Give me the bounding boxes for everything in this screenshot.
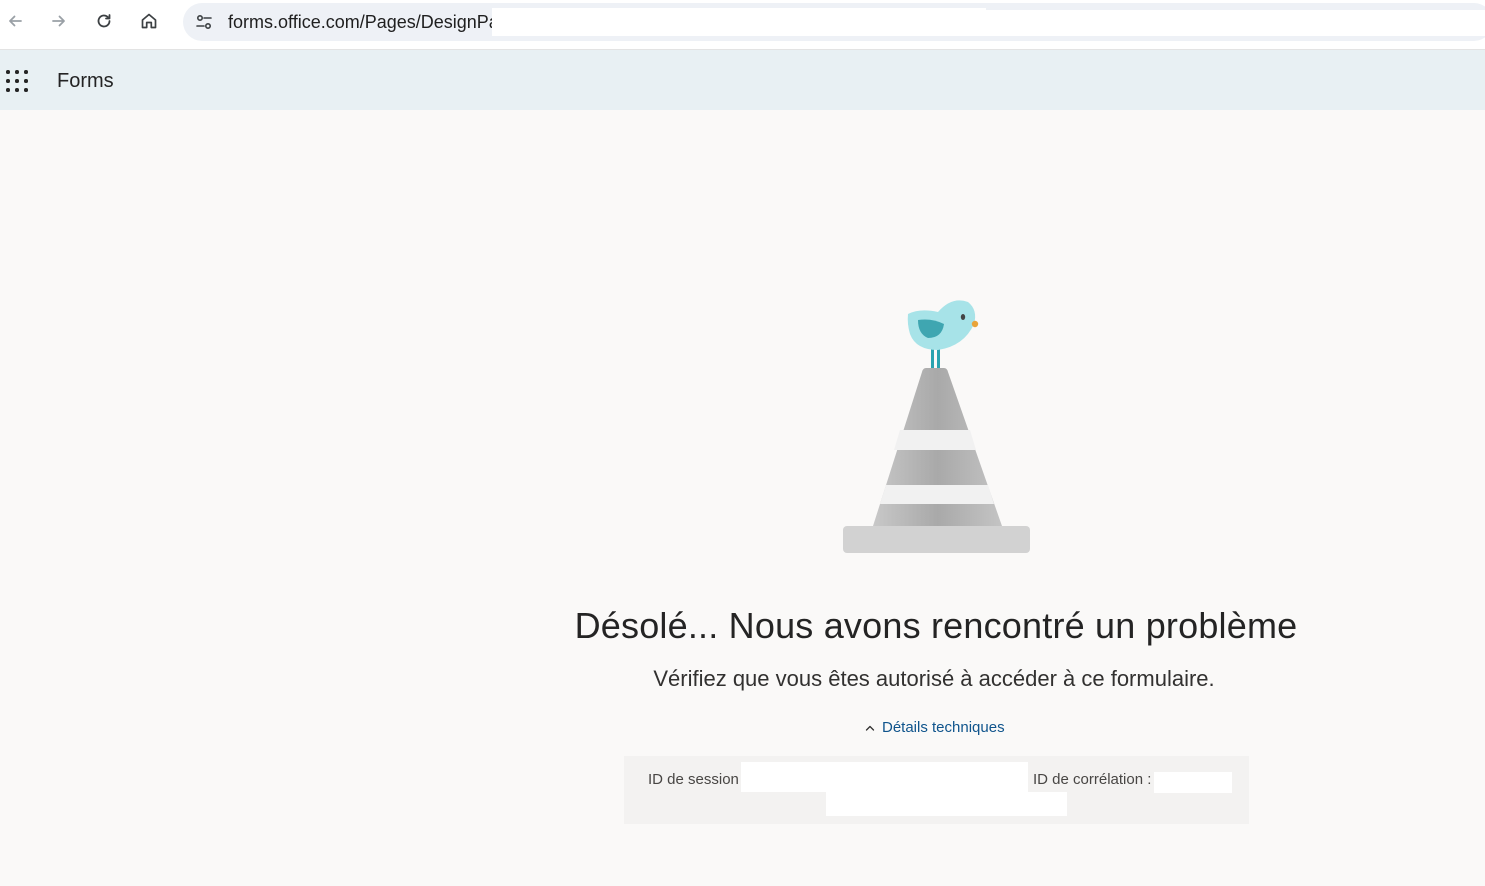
redacted-correlation-id — [1154, 772, 1232, 793]
redacted-session-id — [741, 762, 1028, 792]
forward-button[interactable] — [46, 8, 72, 34]
error-message: Vérifiez que vous êtes autorisé à accéde… — [653, 666, 1215, 691]
site-info-button[interactable] — [193, 11, 215, 33]
address-bar[interactable]: forms.office.com/Pages/DesignPag — [183, 3, 1485, 41]
redacted-region — [492, 8, 986, 36]
browser-toolbar: forms.office.com/Pages/DesignPag — [0, 0, 1485, 50]
waffle-icon[interactable] — [6, 70, 28, 92]
redacted-region — [986, 10, 1485, 36]
back-button[interactable] — [2, 8, 28, 34]
app-header: Forms — [0, 50, 1485, 110]
arrow-right-icon — [52, 15, 65, 27]
address-url[interactable]: forms.office.com/Pages/DesignPag — [228, 12, 492, 33]
bird-on-cone-illustration — [843, 300, 1030, 553]
session-id-label: ID de session : — [648, 771, 748, 788]
home-button[interactable] — [136, 8, 162, 34]
reload-icon — [97, 14, 111, 28]
arrow-left-icon — [9, 15, 22, 27]
tune-icon — [196, 14, 212, 30]
redacted-correlation-id — [826, 792, 1067, 816]
chevron-up-icon — [865, 725, 875, 731]
error-title: Désolé... Nous avons rencontré un problè… — [574, 605, 1298, 646]
technical-details-toggle[interactable]: Détails techniques — [864, 719, 1005, 736]
correlation-id-label: ID de corrélation : — [1033, 771, 1152, 788]
technical-details-panel: ID de session : ID de corrélation : — [624, 756, 1249, 824]
reload-button[interactable] — [91, 8, 117, 34]
technical-details-label: Détails techniques — [882, 719, 1005, 736]
app-name[interactable]: Forms — [57, 70, 114, 93]
home-icon — [141, 13, 157, 29]
